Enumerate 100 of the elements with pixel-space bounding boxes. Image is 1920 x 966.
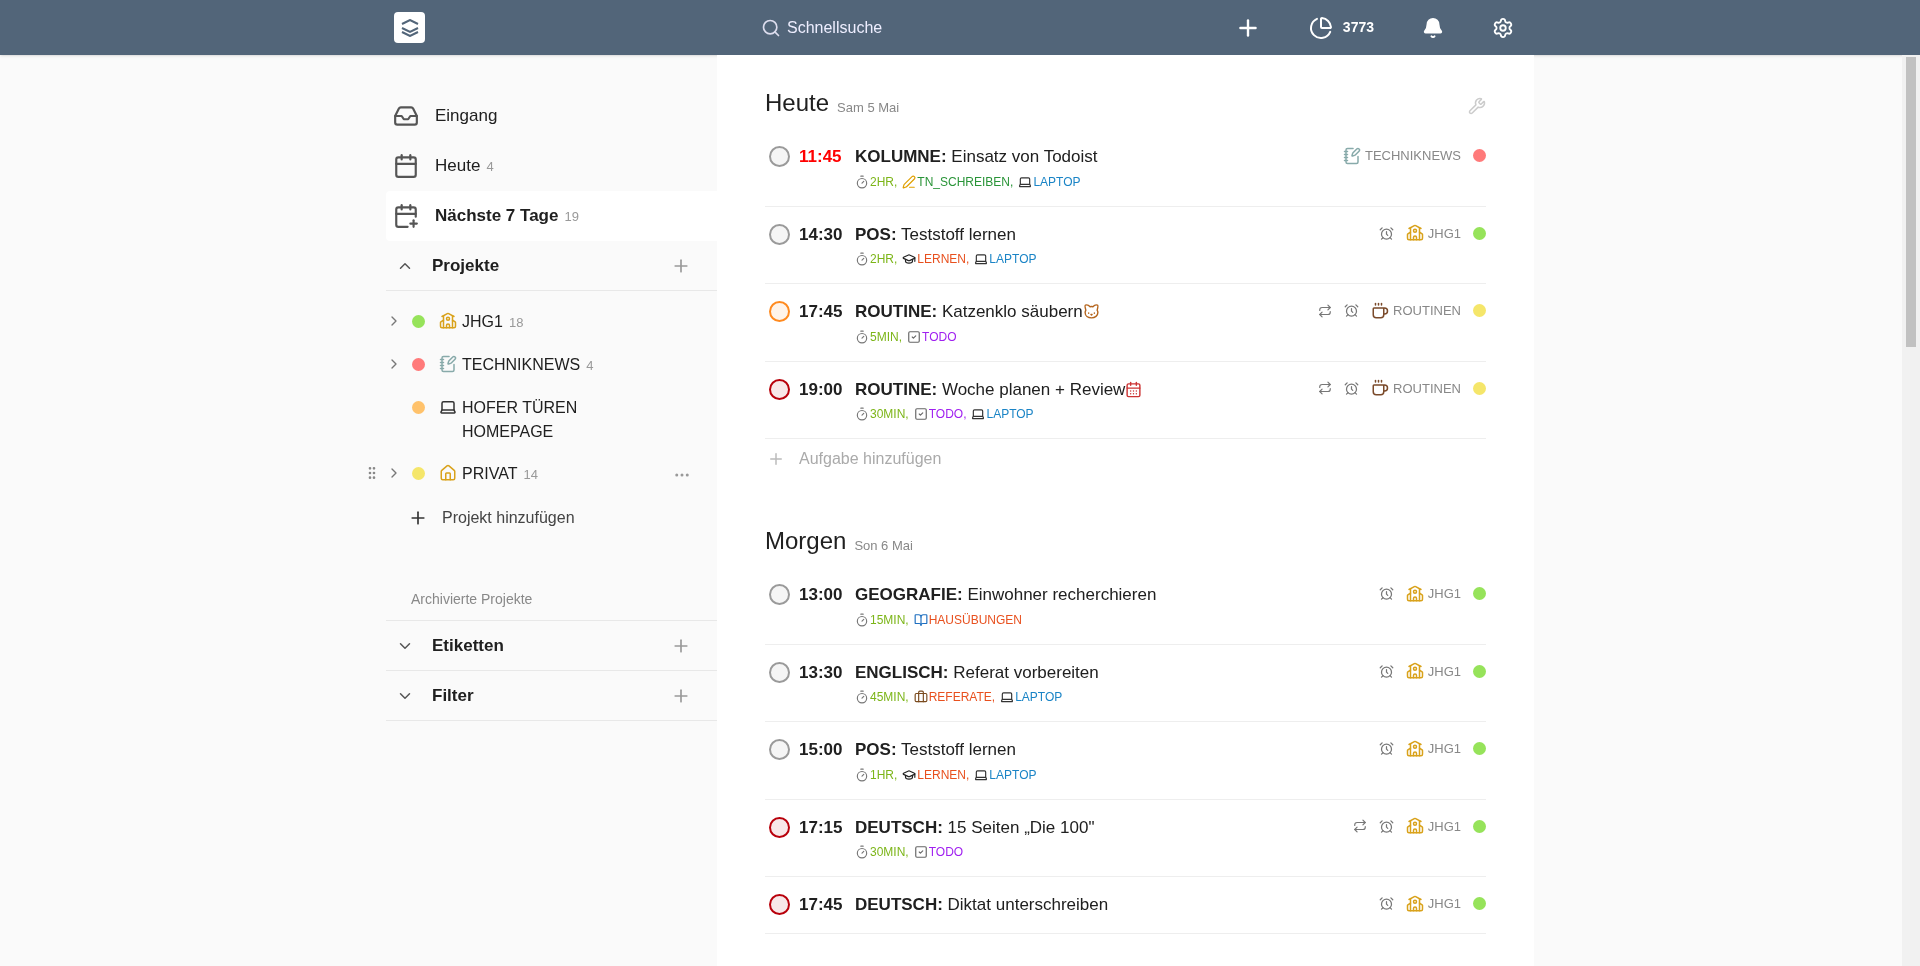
nav-item[interactable]: Heute 4 [386,141,717,191]
task-label[interactable]: 15MIN, [870,610,909,629]
task-checkbox[interactable] [769,584,790,605]
task-label[interactable]: HAUSÜBUNGEN [928,610,1023,629]
task-title[interactable]: GEOGRAFIE: Einwohner recherchieren [855,582,1157,608]
task-label[interactable]: REFERATE, [928,688,996,706]
task-label[interactable]: TODO [928,843,964,861]
app-logo-icon[interactable] [394,12,425,43]
section-title[interactable]: Projekte [432,252,500,279]
nav-item[interactable]: Nächste 7 Tage 19 [386,191,717,241]
school-building-icon [1405,739,1424,758]
task-time: 15:00 [799,739,844,761]
task-label[interactable]: TN_SCHREIBEN, [917,172,1014,191]
pie-chart-icon[interactable] [1308,15,1333,40]
laptop-icon [1000,690,1015,704]
nav-item[interactable]: Eingang [386,91,717,141]
task-label[interactable]: LAPTOP [986,405,1034,423]
graduation-cap-icon [902,252,917,266]
coffee-cup-icon [1371,301,1390,320]
task-label[interactable]: LAPTOP [1015,688,1063,706]
task-time: 19:00 [799,378,844,401]
task-title[interactable]: ROUTINE: Katzenklo säubern [855,299,1083,325]
timer-icon [855,174,869,189]
laptop-icon [971,407,986,421]
task-project[interactable]: JHG1 [1427,894,1461,914]
project-name[interactable]: JHG1 18 [462,310,524,335]
karma-count[interactable]: 3773 [1342,17,1374,38]
task-label[interactable]: 2HR, [870,172,898,191]
calendar-icon [1125,380,1143,398]
checkbox-icon [913,845,928,859]
task-label[interactable]: LAPTOP [1033,172,1081,191]
task-checkbox[interactable] [769,223,790,245]
search-icon [761,17,781,38]
graduation-cap-icon [902,767,917,782]
task-label[interactable]: 1HR, [870,765,898,784]
task-project[interactable]: JHG1 [1427,661,1461,681]
day-date: Son 6 Mai [854,536,913,555]
task-title[interactable]: POS: Teststoff lernen [855,221,1016,247]
task-label[interactable]: 2HR, [870,250,898,268]
timer-icon [855,407,869,421]
task-time: 13:00 [799,584,844,606]
task-project[interactable]: ROUTINEN [1393,301,1461,321]
pen-icon [902,174,917,189]
scrollbar[interactable] [1902,55,1920,966]
day-heading: Morgen [765,526,847,556]
task-label[interactable]: 30MIN, [870,405,909,423]
task-checkbox[interactable] [769,816,790,838]
calendar-icon [393,153,419,179]
task-checkbox[interactable] [769,894,790,915]
task-time: 13:30 [799,661,844,684]
task-label[interactable]: TODO, [928,405,967,423]
notifications-button[interactable] [1422,16,1444,39]
project-name[interactable]: TECHNIKNEWS 4 [462,353,594,378]
notepad-icon [439,355,457,373]
timer-icon [855,252,869,266]
task-checkbox[interactable] [769,739,790,760]
day-heading: Heute [765,88,830,118]
task-checkbox[interactable] [769,301,790,322]
task-label[interactable]: LAPTOP [989,250,1037,268]
task-project[interactable]: TECHNIKNEWS [1364,146,1461,166]
task-time: 17:45 [799,894,844,916]
task-title[interactable]: KOLUMNE: Einsatz von Todoist [855,144,1098,170]
task-label[interactable]: LERNEN, [917,250,970,268]
task-project[interactable]: JHG1 [1427,739,1461,759]
task-label[interactable]: 45MIN, [870,688,909,706]
task-title[interactable]: DEUTSCH: Diktat unterschreiben [855,892,1109,918]
add-project-button[interactable]: Projekt hinzufügen [442,506,575,530]
task-label[interactable]: TODO [922,327,957,346]
school-building-icon [1405,662,1424,681]
section-title[interactable]: Filter [432,682,474,709]
task-time: 17:45 [799,301,844,323]
task-title[interactable]: ENGLISCH: Referat vorbereiten [855,659,1099,685]
task-checkbox[interactable] [769,378,790,400]
task-project[interactable]: JHG1 [1427,584,1461,604]
checkbox-icon [913,407,928,421]
task-project[interactable]: ROUTINEN [1393,378,1461,398]
task-checkbox[interactable] [769,661,790,683]
task-time: 14:30 [799,223,844,246]
settings-button[interactable] [1492,16,1514,39]
task-label[interactable]: 5MIN, [870,327,902,346]
task-project[interactable]: JHG1 [1427,223,1461,243]
task-label[interactable]: 30MIN, [870,843,909,861]
task-checkbox[interactable] [769,146,790,167]
coffee-cup-icon [1371,379,1390,398]
school-building-icon [1405,584,1424,603]
task-label[interactable]: LAPTOP [989,765,1037,784]
archived-projects-link[interactable]: Archivierte Projekte [411,589,533,610]
task-time: 17:15 [799,816,844,839]
inbox-icon [393,103,419,129]
section-title[interactable]: Etiketten [432,632,504,659]
task-title[interactable]: POS: Teststoff lernen [855,737,1016,763]
add-task-button[interactable]: Aufgabe hinzufügen [799,447,942,471]
project-name[interactable]: HOFER TÜREN HOMEPAGE [462,396,609,444]
task-label[interactable]: LERNEN, [917,765,970,784]
laptop-icon [439,398,457,416]
search-field[interactable]: Schnellsuche [787,15,994,40]
task-title[interactable]: ROUTINE: Woche planen + Review [855,376,1126,402]
task-title[interactable]: DEUTSCH: 15 Seiten „Die 100" [855,814,1095,840]
task-project[interactable]: JHG1 [1427,816,1461,836]
project-name[interactable]: PRIVAT 14 [462,462,538,487]
